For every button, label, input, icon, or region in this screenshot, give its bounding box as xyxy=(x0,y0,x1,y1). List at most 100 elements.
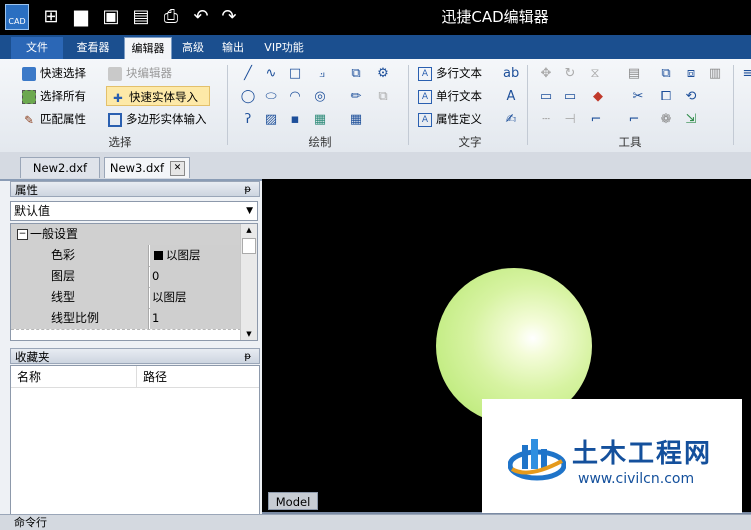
scroll-down-icon[interactable]: ▼ xyxy=(241,328,257,340)
property-row[interactable]: 线型 以图层 xyxy=(11,287,241,309)
property-key: 线型 xyxy=(11,287,149,308)
text-edit-icon[interactable]: A xyxy=(503,89,519,105)
watermark: 土木工程网 www.civilcn.com xyxy=(482,399,742,513)
paste-icon[interactable]: ⧈ xyxy=(683,66,699,82)
save-icon[interactable]: ▣ xyxy=(100,6,122,28)
point-icon[interactable]: ▪ xyxy=(287,112,303,128)
property-row[interactable]: 线型比例 1 xyxy=(11,308,241,330)
match-properties-button[interactable]: ✎ 匹配属性 xyxy=(22,109,86,129)
tab-editor[interactable]: 编辑器 xyxy=(124,37,172,59)
refresh-icon[interactable]: ⟲ xyxy=(683,89,699,105)
plus-icon: ✚ xyxy=(113,90,123,105)
properties-select[interactable]: 默认值 ▼ xyxy=(10,201,258,221)
break-icon[interactable]: ┄ xyxy=(538,112,554,128)
line-icon[interactable]: ╱ xyxy=(240,66,256,82)
select-all-button[interactable]: 选择所有 xyxy=(22,86,86,106)
polygon-entity-input-button[interactable]: 多边形实体输入 xyxy=(108,109,207,129)
window-icon[interactable]: ▭ xyxy=(538,89,554,105)
attribute-definition-button[interactable]: A 属性定义 xyxy=(418,109,482,129)
mirror-icon[interactable]: ⧖ xyxy=(587,66,603,82)
fillet-icon[interactable]: ⌐ xyxy=(588,112,604,128)
print-icon[interactable]: ⎙ xyxy=(160,6,182,28)
group-icon[interactable]: ⧠ xyxy=(658,89,674,105)
scroll-up-icon[interactable]: ▲ xyxy=(241,224,257,236)
hatch-settings-icon[interactable]: ⚙ xyxy=(375,66,391,82)
spline-icon[interactable]: ʔ xyxy=(240,112,256,128)
attribute-definition-label: 属性定义 xyxy=(436,112,482,126)
match-properties-label: 匹配属性 xyxy=(40,112,86,126)
multiline-icon[interactable]: ⟓ xyxy=(314,66,330,82)
block-insert-icon[interactable]: ⧉ xyxy=(348,66,364,82)
donut-icon[interactable]: ◎ xyxy=(312,89,328,105)
text-note-icon[interactable]: ✍ xyxy=(503,112,519,128)
text-icon: A xyxy=(418,89,432,104)
quick-entity-import-button[interactable]: ✚ 快速实体导入 xyxy=(106,86,210,106)
more-icon[interactable]: ≡ xyxy=(740,66,751,82)
tab-viewer[interactable]: 查看器 xyxy=(68,37,118,59)
property-row[interactable]: 图层 0 xyxy=(11,266,241,288)
export-icon[interactable]: ⇲ xyxy=(683,112,699,128)
property-value[interactable]: 1 xyxy=(150,308,241,329)
properties-scrollbar[interactable]: ▲ ▼ xyxy=(240,224,257,340)
command-bar: 命令行 xyxy=(0,514,751,530)
clipboard-icon[interactable]: ▥ xyxy=(707,66,723,82)
copy-icon[interactable]: ⧉ xyxy=(375,89,391,105)
model-tab[interactable]: Model xyxy=(268,492,318,510)
property-row[interactable]: 色彩 以图层 xyxy=(11,245,241,267)
ellipse-icon[interactable]: ⬭ xyxy=(263,89,279,105)
tab-file[interactable]: 文件 xyxy=(11,37,63,59)
section-general-label: 一般设置 xyxy=(30,227,79,241)
color-picker-icon[interactable]: ◆ xyxy=(590,89,606,105)
doc-tab-new2[interactable]: New2.dxf xyxy=(20,157,100,178)
tab-output[interactable]: 输出 xyxy=(216,37,250,59)
frame-icon[interactable]: ▭ xyxy=(562,89,578,105)
circle-icon[interactable]: ◯ xyxy=(240,89,256,105)
arc-icon[interactable]: ◠ xyxy=(287,89,303,105)
open-icon[interactable]: ▆ xyxy=(70,6,92,28)
favorites-column-name[interactable]: 名称 xyxy=(11,366,137,388)
watermark-name: 土木工程网 xyxy=(572,439,713,469)
mtext-button[interactable]: A 多行文本 xyxy=(418,63,482,83)
table-icon[interactable]: ▦ xyxy=(348,112,364,128)
chamfer-icon[interactable]: ⌐ xyxy=(626,112,642,128)
rotate-icon[interactable]: ↻ xyxy=(562,66,578,82)
close-icon[interactable]: ✕ xyxy=(170,161,185,176)
redo-icon[interactable]: ↷ xyxy=(218,6,240,28)
copy-object-icon[interactable]: ⧉ xyxy=(658,66,674,82)
block-editor-button[interactable]: 块编辑器 xyxy=(108,63,172,83)
pin-icon[interactable]: ᵽ xyxy=(244,349,251,365)
scroll-thumb[interactable] xyxy=(242,238,256,254)
quick-select-label: 快速选择 xyxy=(40,66,86,80)
properties-title: 属性 xyxy=(15,183,38,197)
layer-icon[interactable]: ▤ xyxy=(626,66,642,82)
collapse-icon[interactable]: − xyxy=(17,229,28,240)
text-group-label: 文字 xyxy=(458,135,482,149)
pin-icon[interactable]: ᵽ xyxy=(244,182,251,198)
saveas-icon[interactable]: ▤ xyxy=(130,6,152,28)
explode-icon[interactable]: ❁ xyxy=(658,112,674,128)
undo-icon[interactable]: ↶ xyxy=(190,6,212,28)
property-key: 线型比例 xyxy=(11,308,149,329)
text-button[interactable]: A 单行文本 xyxy=(418,86,482,106)
section-general[interactable]: − 一般设置 xyxy=(11,224,241,245)
trim-icon[interactable]: ✂ xyxy=(630,89,646,105)
move-icon[interactable]: ✥ xyxy=(538,66,554,82)
quick-select-button[interactable]: 快速选择 xyxy=(22,63,86,83)
doc-tab-new3[interactable]: New3.dxf ✕ xyxy=(104,157,190,178)
extend-icon[interactable]: ⊣ xyxy=(562,112,578,128)
hatch-icon[interactable]: ▨ xyxy=(263,112,279,128)
draw-group-label: 绘制 xyxy=(308,135,332,149)
image-icon[interactable]: ▦ xyxy=(312,112,328,128)
property-value[interactable]: 以图层 xyxy=(150,245,241,266)
property-value[interactable]: 0 xyxy=(150,266,241,287)
new-icon[interactable]: ⊞ xyxy=(40,6,62,28)
quick-select-icon xyxy=(22,66,36,81)
tab-vip[interactable]: VIP功能 xyxy=(256,37,312,59)
favorites-column-path[interactable]: 路径 xyxy=(137,366,259,388)
property-value[interactable]: 以图层 xyxy=(150,287,241,308)
pen-icon[interactable]: ✏ xyxy=(348,89,364,105)
rectangle-icon[interactable]: □ xyxy=(287,66,303,82)
text-style-icon[interactable]: ab xyxy=(503,66,519,82)
tab-advanced[interactable]: 高级 xyxy=(176,37,210,59)
polyline-icon[interactable]: ∿ xyxy=(263,66,279,82)
